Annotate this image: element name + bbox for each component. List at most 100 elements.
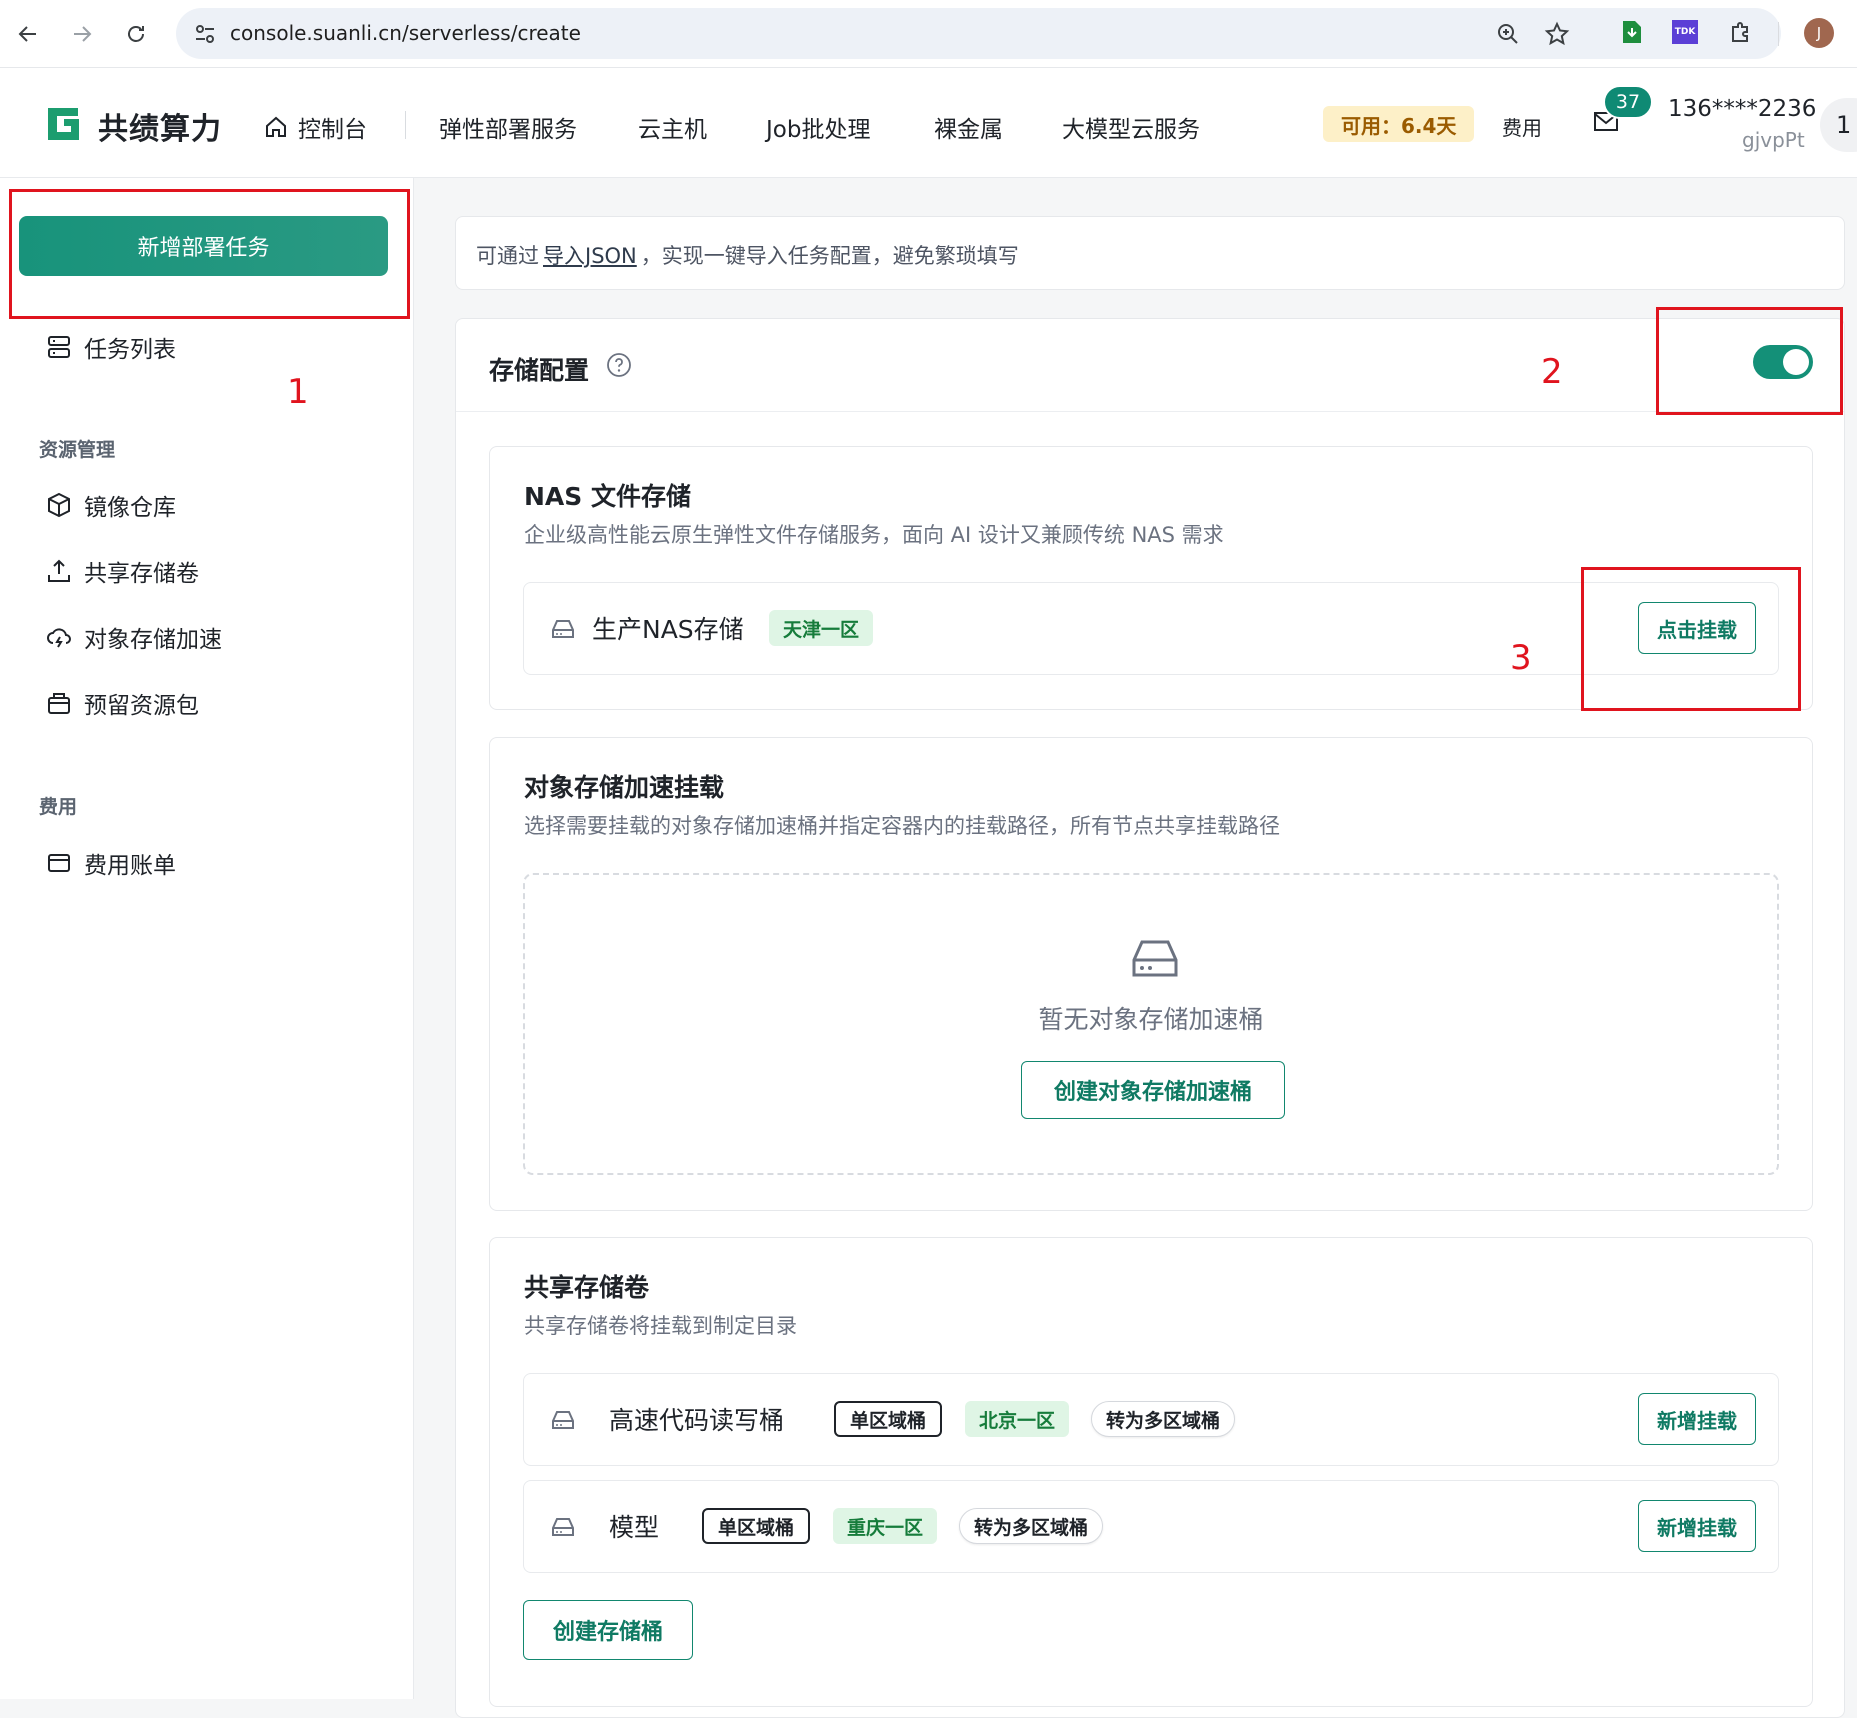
drive-icon — [552, 620, 574, 638]
availability-badge[interactable]: 可用：6.4天 — [1323, 106, 1475, 142]
cloud-lightning-icon — [47, 628, 71, 648]
drive-icon — [552, 1411, 574, 1429]
nas-item-name: 生产NAS存储 — [592, 615, 744, 644]
nav-bare-metal[interactable]: 裸金属 — [934, 110, 1003, 144]
sidebar-item-label: 预留资源包 — [84, 693, 199, 719]
sidebar-item-label: 费用账单 — [84, 853, 176, 879]
extension-tdk-icon[interactable]: TDK — [1671, 18, 1699, 46]
nav-console[interactable]: 控制台 — [264, 110, 367, 144]
oss-empty-state: 暂无对象存储加速桶 创建对象存储加速桶 — [523, 873, 1779, 1175]
reload-button[interactable] — [120, 18, 152, 50]
sidebar-item-image-repo[interactable]: 镜像仓库 — [44, 488, 176, 522]
sidebar-item-label: 共享存储卷 — [84, 561, 199, 587]
scope-tag: 单区域桶 — [702, 1508, 811, 1544]
sidebar-item-billing[interactable]: 费用账单 — [44, 846, 176, 880]
drive-icon — [552, 1518, 574, 1536]
mail-count-badge: 37 — [1603, 85, 1653, 119]
annotation-box-3 — [1581, 567, 1801, 711]
help-circle-icon[interactable] — [606, 352, 632, 378]
oss-title: 对象存储加速挂载 — [524, 773, 725, 802]
sidebar-item-object-storage[interactable]: 对象存储加速 — [44, 620, 222, 654]
nav-elastic-deploy[interactable]: 弹性部署服务 — [439, 110, 577, 144]
profile-avatar[interactable]: J — [1804, 18, 1834, 48]
sidebar-item-label: 镜像仓库 — [84, 495, 176, 521]
region-tag: 天津一区 — [769, 610, 874, 646]
browser-toolbar: console.suanli.cn/serverless/create TDK … — [0, 0, 1857, 68]
nav-llm-cloud[interactable]: 大模型云服务 — [1062, 110, 1200, 144]
site-settings-icon — [196, 25, 214, 43]
nav-console-label: 控制台 — [298, 117, 367, 143]
convert-multi-region-tag[interactable]: 转为多区域桶 — [959, 1508, 1104, 1544]
extension-download-icon[interactable] — [1618, 18, 1646, 46]
annotation-number-1: 1 — [287, 372, 309, 412]
scope-tag: 单区域桶 — [834, 1401, 943, 1437]
shared-title: 共享存储卷 — [524, 1273, 650, 1302]
home-icon — [266, 116, 286, 137]
back-arrow-icon — [18, 26, 36, 42]
oss-desc: 选择需要挂载的对象存储加速桶并指定容器内的挂载路径，所有节点共享挂载路径 — [524, 814, 1280, 838]
shared-item-row: 高速代码读写桶 单区域桶 北京一区 转为多区域桶 新增挂载 — [523, 1373, 1779, 1466]
sidebar: 新增部署任务 任务列表 资源管理 镜像仓库 共享存储卷 对象存储加速 预留资源包… — [0, 178, 414, 1699]
upload-tray-icon — [48, 559, 70, 582]
region-tag: 重庆一区 — [833, 1508, 938, 1544]
annotation-number-3: 3 — [1510, 638, 1532, 678]
object-storage-section: 对象存储加速挂载 选择需要挂载的对象存储加速桶并指定容器内的挂载路径，所有节点共… — [489, 737, 1813, 1211]
oss-empty-text: 暂无对象存储加速桶 — [1038, 1005, 1264, 1034]
create-bucket-button[interactable]: 创建存储桶 — [523, 1600, 693, 1660]
nas-title: NAS 文件存储 — [524, 482, 691, 511]
import-json-link[interactable]: 导入JSON — [543, 244, 637, 268]
address-bar[interactable]: console.suanli.cn/serverless/create — [176, 8, 1781, 59]
logo-text: 共绩算力 — [98, 112, 222, 147]
nav-divider — [405, 111, 406, 139]
sidebar-group-fee: 费用 — [39, 796, 78, 818]
storage-config-header: 存储配置 — [456, 319, 1844, 412]
import-json-tip: 可通过 导入JSON ，实现一键导入任务配置，避免繁琐填写 — [455, 216, 1845, 290]
fee-link[interactable]: 费用 — [1502, 112, 1542, 141]
annotation-box-1 — [9, 189, 410, 319]
reload-icon — [128, 26, 144, 42]
tip-suffix: ，实现一键导入任务配置，避免繁琐填写 — [640, 244, 1019, 268]
shared-desc: 共享存储卷将挂载到制定目录 — [524, 1314, 797, 1338]
tip-prefix: 可通过 — [476, 244, 539, 268]
drive-empty-icon — [1132, 940, 1178, 977]
add-mount-button[interactable]: 新增挂载 — [1638, 1500, 1756, 1552]
bookmark-star-icon — [1544, 21, 1570, 46]
package-icon — [48, 693, 70, 714]
region-tag: 北京一区 — [965, 1401, 1070, 1437]
sidebar-item-label: 对象存储加速 — [84, 627, 222, 653]
sidebar-item-reserved-package[interactable]: 预留资源包 — [44, 686, 199, 720]
nas-desc: 企业级高性能云原生弹性文件存储服务，面向 AI 设计又兼顾传统 NAS 需求 — [524, 523, 1224, 547]
forward-arrow-icon — [74, 26, 92, 42]
sidebar-item-shared-volume[interactable]: 共享存储卷 — [44, 554, 199, 588]
extensions-puzzle-icon[interactable] — [1727, 18, 1755, 46]
storage-config-title: 存储配置 — [489, 356, 590, 385]
shared-item-name: 模型 — [609, 1513, 660, 1542]
logo-icon — [48, 108, 79, 140]
toolbar-divider — [1778, 22, 1779, 46]
shared-volume-section: 共享存储卷 共享存储卷将挂载到制定目录 高速代码读写桶 单区域桶 北京一区 转为… — [489, 1237, 1813, 1707]
user-phone[interactable]: 136****2236 — [1668, 96, 1816, 122]
create-oss-bucket-button[interactable]: 创建对象存储加速桶 — [1021, 1061, 1285, 1119]
app-header: 共绩算力 控制台 弹性部署服务 云主机 Job批处理 裸金属 大模型云服务 可用… — [0, 68, 1857, 178]
annotation-box-2 — [1656, 307, 1843, 415]
nav-job-batch[interactable]: Job批处理 — [766, 110, 870, 144]
forward-button[interactable] — [66, 18, 98, 50]
sidebar-group-resource: 资源管理 — [39, 439, 116, 461]
nav-cloud-host[interactable]: 云主机 — [638, 110, 707, 144]
add-mount-button[interactable]: 新增挂载 — [1638, 1393, 1756, 1445]
annotation-number-2: 2 — [1541, 352, 1563, 392]
user-menu-button[interactable]: 1 — [1820, 98, 1857, 152]
convert-multi-region-tag[interactable]: 转为多区域桶 — [1091, 1401, 1236, 1437]
tdk-label: TDK — [1672, 20, 1698, 44]
server-list-icon — [48, 336, 70, 358]
shared-item-row: 模型 单区域桶 重庆一区 转为多区域桶 新增挂载 — [523, 1480, 1779, 1573]
sidebar-item-label: 任务列表 — [84, 337, 176, 363]
back-button[interactable] — [12, 18, 44, 50]
user-id: gjvpPt — [1742, 128, 1805, 152]
sidebar-item-task-list[interactable]: 任务列表 — [44, 330, 176, 364]
cube-icon — [48, 492, 70, 518]
storage-config-card: 存储配置 NAS 文件存储 企业级高性能云原生弹性文件存储服务，面向 AI 设计… — [455, 318, 1845, 1718]
zoom-icon — [1498, 24, 1518, 44]
card-icon — [48, 854, 70, 872]
url-text: console.suanli.cn/serverless/create — [230, 21, 581, 45]
